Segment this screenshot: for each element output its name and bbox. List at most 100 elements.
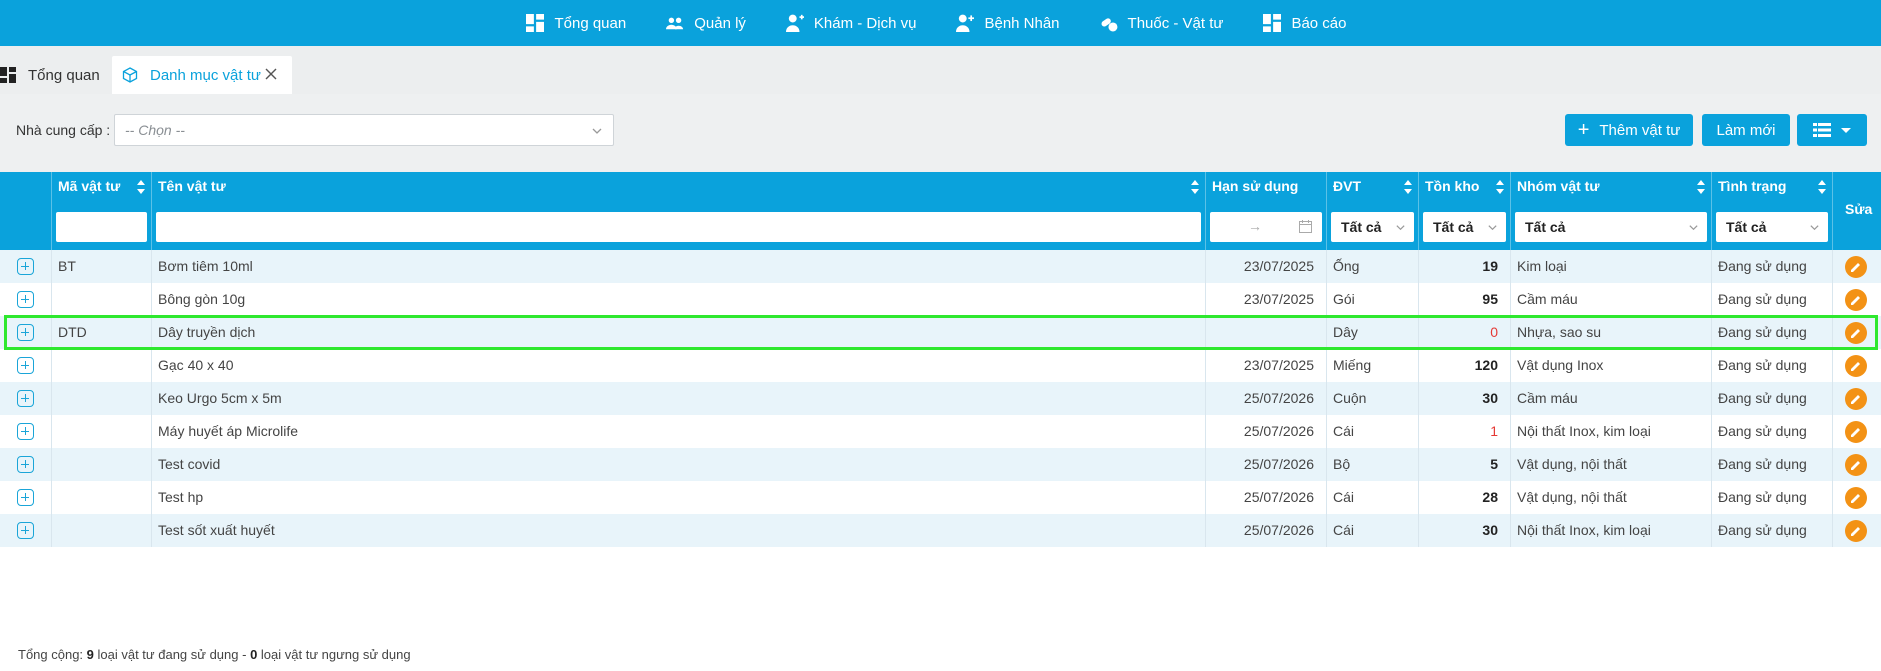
stock-value: 19 [1482, 258, 1498, 274]
add-supply-button[interactable]: + Thêm vật tư [1565, 114, 1693, 146]
cell-name: Dây truyền dịch [152, 316, 1206, 349]
cell-group: Nội thất Inox, kim loại [1511, 415, 1712, 448]
pills-icon [1101, 18, 1117, 32]
expand-row-icon[interactable] [17, 423, 34, 440]
status-filter-select[interactable]: Tất cả [1716, 212, 1828, 242]
cell-stock: 95 [1419, 283, 1511, 316]
header-unit-label: ĐVT [1333, 178, 1361, 194]
cell-name: Test sốt xuất huyết [152, 514, 1206, 547]
sort-icon[interactable] [1191, 180, 1199, 194]
expand-row-icon[interactable] [17, 291, 34, 308]
table-header: Mã vật tư Tên vật tư Hạn sử dụng → ĐVT T… [0, 172, 1881, 250]
expand-row-icon[interactable] [17, 324, 34, 341]
header-status[interactable]: Tình trạng Tất cả [1712, 172, 1833, 250]
cell-expiry: 25/07/2026 [1206, 448, 1327, 481]
unit-filter-select[interactable]: Tất cả [1331, 212, 1414, 242]
nav-item-benh-nhan[interactable]: Bệnh Nhân [936, 0, 1079, 46]
sort-icon[interactable] [137, 180, 145, 194]
pencil-icon [1851, 428, 1860, 437]
nav-item-quan-ly[interactable]: Quản lý [646, 0, 766, 46]
edit-button[interactable] [1845, 322, 1867, 344]
close-icon[interactable] [264, 67, 278, 81]
header-unit[interactable]: ĐVT Tất cả [1327, 172, 1419, 250]
cell-status: Đang sử dụng [1712, 316, 1833, 349]
table-footer: Tổng cộng: 9 loại vật tư đang sử dụng - … [0, 631, 1881, 671]
header-stock-label: Tồn kho [1425, 178, 1480, 194]
pencil-icon [1851, 494, 1860, 503]
nav-item-label: Báo cáo [1291, 14, 1347, 32]
pencil-icon [1851, 296, 1860, 305]
header-stock[interactable]: Tồn kho Tất cả [1419, 172, 1511, 250]
expand-row-icon[interactable] [17, 456, 34, 473]
sort-icon[interactable] [1697, 180, 1705, 194]
header-group[interactable]: Nhóm vật tư Tất cả [1511, 172, 1712, 250]
cell-code [52, 382, 152, 415]
expand-cell [0, 382, 52, 415]
table-row[interactable]: DTD Dây truyền dịch Dây 0 Nhựa, sao su Đang s… [0, 316, 1881, 349]
expand-row-icon[interactable] [17, 522, 34, 539]
header-status-label: Tình trạng [1718, 178, 1787, 194]
stock-value: 0 [1490, 324, 1498, 340]
header-code[interactable]: Mã vật tư [52, 172, 152, 250]
stock-filter-select[interactable]: Tất cả [1423, 212, 1506, 242]
nav-item-thuoc-vat-tu[interactable]: Thuốc - Vật tư [1080, 0, 1244, 46]
cell-group: Vật dụng Inox [1511, 349, 1712, 382]
filter-bar: Nhà cung cấp : -- Chọn -- + Thêm vật tư … [0, 94, 1881, 166]
cell-stock: 30 [1419, 514, 1511, 547]
footer-summary: Tổng cộng: 9 loại vật tư đang sử dụng - … [18, 647, 411, 662]
tab-tong-quan[interactable]: Tổng quan [0, 56, 108, 94]
edit-button[interactable] [1845, 256, 1867, 278]
expand-row-icon[interactable] [17, 258, 34, 275]
cube-icon [122, 67, 138, 83]
code-filter-input[interactable] [56, 212, 147, 242]
header-expiry[interactable]: Hạn sử dụng → [1206, 172, 1327, 250]
table-row[interactable]: Test sốt xuất huyết 25/07/2026 Cái 30 Nội th… [0, 514, 1881, 547]
cell-group: Nhựa, sao su [1511, 316, 1712, 349]
nav-item-label: Quản lý [694, 14, 746, 32]
cell-stock: 120 [1419, 349, 1511, 382]
table-row[interactable]: BT Bơm tiêm 10ml 23/07/2025 Ống 19 Kim loại Đa… [0, 250, 1881, 283]
sort-icon[interactable] [1404, 180, 1412, 194]
patient-icon [956, 14, 975, 32]
stock-value: 1 [1490, 423, 1498, 439]
nav-item-tong-quan[interactable]: Tổng quan [506, 0, 646, 46]
chevron-down-icon [1689, 225, 1698, 231]
cell-code [52, 283, 152, 316]
edit-button[interactable] [1845, 454, 1867, 476]
edit-button[interactable] [1845, 355, 1867, 377]
edit-button[interactable] [1845, 487, 1867, 509]
table-row[interactable]: Gạc 40 x 40 23/07/2025 Miếng 120 Vật dụng In… [0, 349, 1881, 382]
expand-row-icon[interactable] [17, 357, 34, 374]
header-name[interactable]: Tên vật tư [152, 172, 1206, 250]
cell-code [52, 514, 152, 547]
expand-row-icon[interactable] [17, 390, 34, 407]
table-row[interactable]: Test hp 25/07/2026 Cái 28 Vật dụng, nội thất… [0, 481, 1881, 514]
chevron-down-icon [592, 128, 602, 134]
name-filter-input[interactable] [156, 212, 1201, 242]
nav-item-kham-dich-vu[interactable]: Khám - Dịch vụ [766, 0, 937, 46]
cell-status: Đang sử dụng [1712, 250, 1833, 283]
refresh-button[interactable]: Làm mới [1702, 114, 1790, 146]
tab-danh-muc-vat-tu[interactable]: Danh mục vật tư [112, 56, 292, 94]
sort-icon[interactable] [1496, 180, 1504, 194]
edit-button[interactable] [1845, 289, 1867, 311]
table-row[interactable]: Keo Urgo 5cm x 5m 25/07/2026 Cuộn 30 Cầm máu… [0, 382, 1881, 415]
dashboard-icon [0, 67, 16, 83]
pencil-icon [1851, 461, 1860, 470]
cell-code [52, 448, 152, 481]
sort-icon[interactable] [1818, 180, 1826, 194]
group-filter-select[interactable]: Tất cả [1515, 212, 1707, 242]
nav-item-bao-cao[interactable]: Báo cáo [1243, 0, 1366, 46]
edit-button[interactable] [1845, 520, 1867, 542]
expand-row-icon[interactable] [17, 489, 34, 506]
column-toggle-button[interactable] [1797, 114, 1867, 146]
supplier-select[interactable]: -- Chọn -- [114, 114, 614, 146]
tab-bar: Tổng quan Danh mục vật tư [0, 46, 1881, 94]
table-row[interactable]: Máy huyết áp Microlife 25/07/2026 Cái 1 Nội … [0, 415, 1881, 448]
expiry-date-range-picker[interactable]: → [1210, 212, 1322, 242]
unit-filter-value: Tất cả [1341, 219, 1382, 235]
table-row[interactable]: Test covid 25/07/2026 Bộ 5 Vật dụng, nội thấ… [0, 448, 1881, 481]
table-row[interactable]: Bông gòn 10g 23/07/2025 Gói 95 Cầm máu Đang s… [0, 283, 1881, 316]
edit-button[interactable] [1845, 421, 1867, 443]
edit-button[interactable] [1845, 388, 1867, 410]
